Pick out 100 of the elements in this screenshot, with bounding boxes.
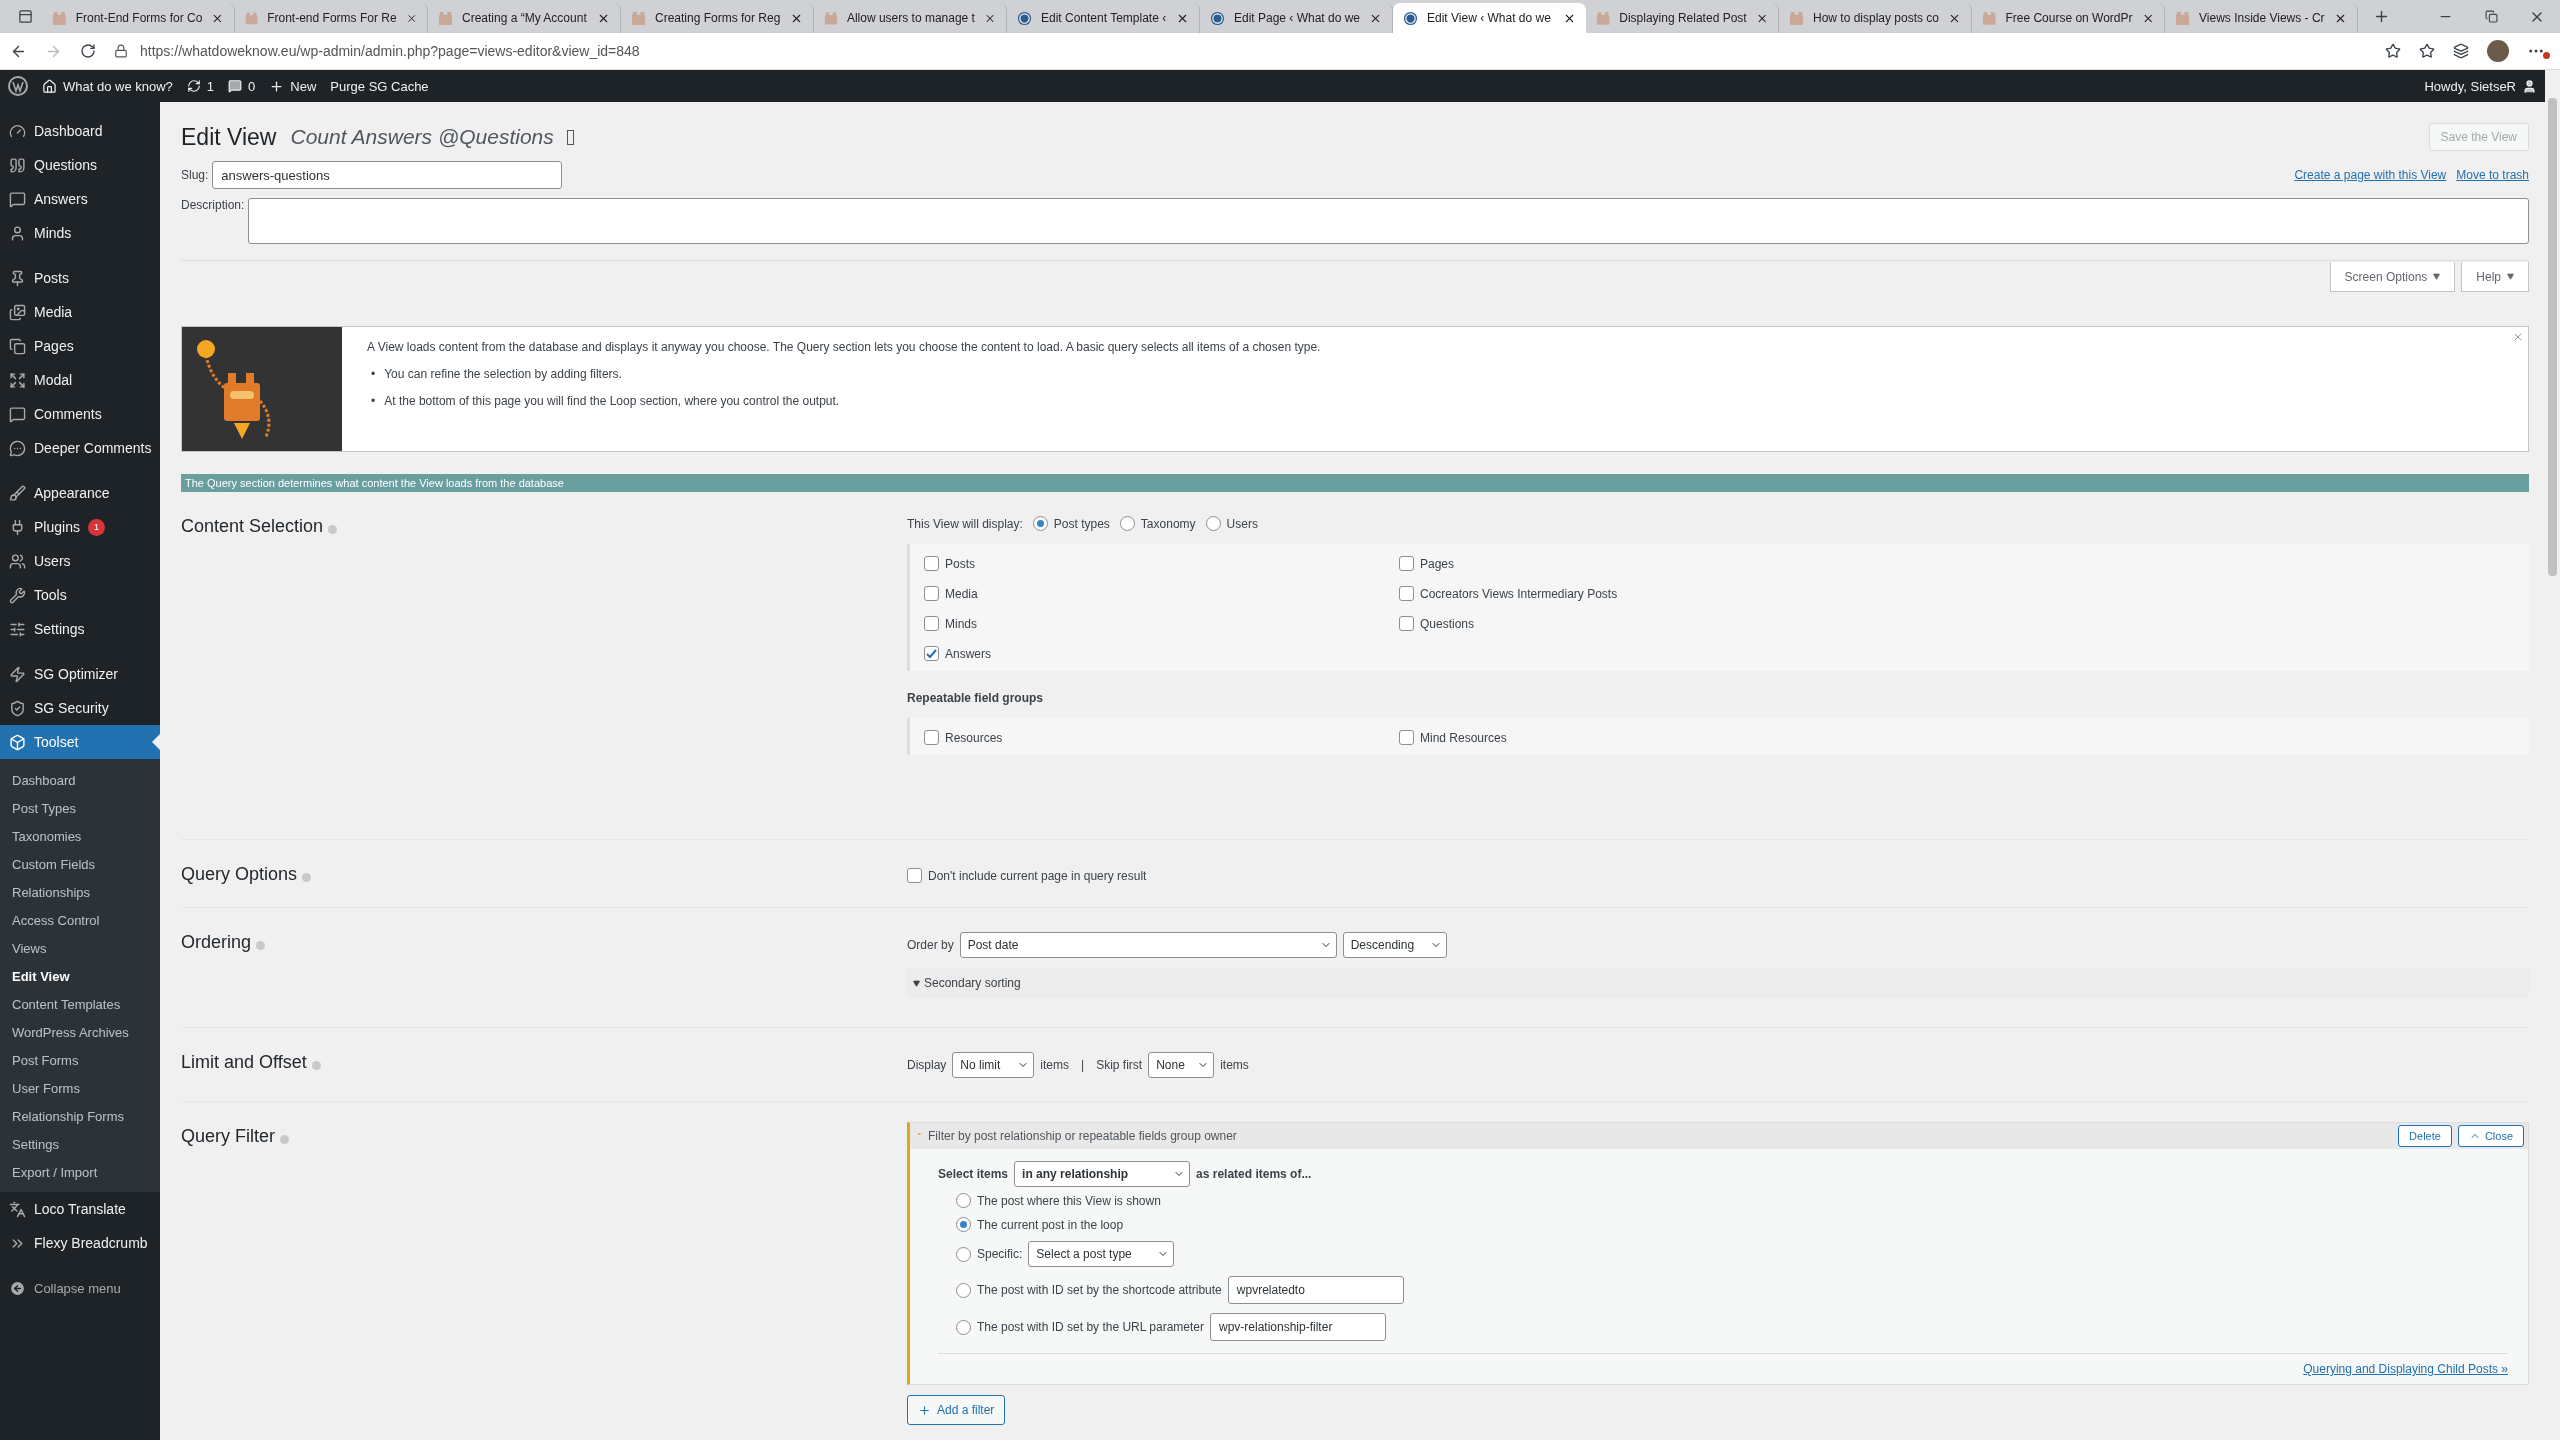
checkbox[interactable] — [1399, 556, 1414, 571]
radio-button[interactable] — [956, 1319, 971, 1335]
submenu-item[interactable]: Content Templates — [0, 990, 160, 1018]
tab-menu-icon[interactable] — [17, 9, 33, 24]
submenu-item[interactable]: Dashboard — [0, 766, 160, 794]
browser-tab[interactable]: Edit View ‹ What do we — [1393, 3, 1586, 33]
sidebar-item[interactable]: Posts — [0, 261, 160, 295]
separator-text: | — [1081, 1058, 1085, 1072]
submenu-item[interactable]: Post Types — [0, 794, 160, 822]
radio-button[interactable] — [1032, 516, 1048, 531]
sidebar-item[interactable]: Media — [0, 295, 160, 329]
howdy-link[interactable]: Howdy, SietseR — [2424, 78, 2516, 94]
sidebar-item[interactable]: Tools — [0, 578, 160, 612]
submenu-item[interactable]: Relationships — [0, 878, 160, 906]
submenu-item[interactable]: User Forms — [0, 1074, 160, 1102]
radio-button[interactable] — [1119, 516, 1135, 531]
sidebar-item[interactable]: Modal — [0, 363, 160, 397]
direction-select[interactable]: Descending — [1342, 932, 1447, 958]
wordpress-logo-icon[interactable] — [8, 76, 28, 96]
tab-title: Creating Forms for Reg — [655, 11, 781, 25]
post-type-select[interactable]: Select a post type — [1028, 1241, 1175, 1267]
checkbox[interactable] — [1399, 616, 1414, 631]
screen-options-button[interactable]: Screen Options — [2329, 262, 2456, 292]
checkbox[interactable] — [924, 556, 939, 571]
checkbox[interactable] — [924, 616, 939, 631]
address-field[interactable]: https://whatdoweknow.eu/wp-admin/admin.php?page=views-editor&view_id=848 — [140, 43, 640, 59]
help-button[interactable]: Help — [2461, 262, 2529, 292]
sidebar-item[interactable]: Answers — [0, 182, 160, 216]
action-link[interactable]: Move to trash — [2456, 168, 2529, 182]
submenu-item[interactable]: Taxonomies — [0, 822, 160, 850]
submenu-item[interactable]: Views — [0, 934, 160, 962]
submenu-item[interactable]: Custom Fields — [0, 850, 160, 878]
comments-count[interactable]: 0 — [248, 78, 256, 94]
sidebar-item[interactable]: Settings — [0, 612, 160, 646]
description-field[interactable] — [248, 198, 2529, 244]
checkbox[interactable] — [924, 646, 939, 661]
sidebar-item[interactable]: Appearance — [0, 476, 160, 510]
option-label: The current post in the loop — [977, 1217, 1124, 1232]
radio-button[interactable] — [956, 1282, 971, 1298]
translate-icon — [9, 1200, 26, 1218]
sidebar-item[interactable]: Toolset — [0, 725, 160, 759]
sidebar-item[interactable]: Comments — [0, 397, 160, 431]
action-link[interactable]: Create a page with this View — [2294, 168, 2447, 182]
order-by-label: Order by — [907, 938, 954, 952]
submenu-item[interactable]: Settings — [0, 1130, 160, 1158]
submenu-item[interactable]: Relationship Forms — [0, 1102, 160, 1130]
description-label: Description: — [181, 198, 245, 212]
favorite-icon[interactable] — [2385, 43, 2401, 59]
new-link[interactable]: New — [290, 78, 317, 94]
collections-icon[interactable] — [2453, 43, 2469, 59]
sidebar-item[interactable]: Dashboard — [0, 114, 160, 148]
text-field[interactable]: wpvrelatedto — [1227, 1276, 1404, 1304]
gauge-icon — [9, 122, 26, 140]
favorites-icon[interactable] — [2419, 43, 2435, 59]
relationship-select[interactable]: in any relationship — [1014, 1161, 1191, 1187]
updates-count[interactable]: 1 — [206, 78, 215, 94]
sidebar-item[interactable]: SG Security — [0, 691, 160, 725]
wordpress-logo-icon — [1017, 10, 1032, 26]
delete-button[interactable]: Delete — [2398, 1125, 2452, 1147]
sidebar-item[interactable]: Plugins 1 — [0, 510, 160, 544]
radio-button[interactable] — [956, 1217, 971, 1232]
radio-button[interactable] — [1205, 516, 1221, 531]
purge-cache-link[interactable]: Purge SG Cache — [330, 78, 429, 94]
collapse-menu-button[interactable]: Collapse menu — [0, 1271, 160, 1305]
checkbox[interactable] — [1399, 730, 1414, 745]
checkbox[interactable] — [924, 730, 939, 745]
sidebar-item[interactable]: Loco Translate — [0, 1192, 160, 1226]
sidebar-item[interactable]: Pages — [0, 329, 160, 363]
option-label: Post types — [1053, 516, 1110, 531]
sidebar-item[interactable]: Flexy Breadcrumb — [0, 1226, 160, 1260]
sidebar-item[interactable]: Minds — [0, 216, 160, 250]
order-by-select[interactable]: Post date — [959, 932, 1337, 958]
sidebar-item[interactable]: SG Optimizer — [0, 657, 160, 691]
radio-button[interactable] — [956, 1193, 971, 1208]
skip-select[interactable]: None — [1148, 1052, 1215, 1078]
sidebar-item[interactable]: Questions — [0, 148, 160, 182]
radio-button[interactable] — [956, 1246, 971, 1262]
checkbox[interactable] — [907, 868, 922, 883]
help-link[interactable]: Querying and Displaying Child Posts » — [2303, 1362, 2508, 1376]
profile-avatar[interactable] — [2487, 40, 2509, 62]
secondary-sorting-toggle[interactable]: Secondary sorting — [907, 968, 2529, 998]
submenu-item[interactable]: Post Forms — [0, 1046, 160, 1074]
checkbox[interactable] — [924, 586, 939, 601]
reload-icon[interactable] — [80, 43, 96, 59]
submenu-item[interactable]: Export / Import — [0, 1158, 160, 1186]
close-button[interactable]: Close — [2457, 1125, 2524, 1147]
scrollbar-thumb[interactable] — [2548, 98, 2557, 576]
site-name-link[interactable]: What do we know? — [63, 78, 173, 94]
sidebar-item[interactable]: Users — [0, 544, 160, 578]
checkbox[interactable] — [1399, 586, 1414, 601]
submenu-item[interactable]: Edit View — [0, 962, 160, 990]
submenu-item[interactable]: Access Control — [0, 906, 160, 934]
sidebar-item[interactable]: Deeper Comments — [0, 431, 160, 465]
restore-icon[interactable] — [2484, 10, 2498, 23]
text-field[interactable]: wpv-relationship-filter — [1210, 1313, 1386, 1341]
slug-field[interactable]: answers-questions — [212, 161, 563, 189]
user-avatar-icon — [2522, 78, 2537, 94]
limit-select[interactable]: No limit — [952, 1052, 1035, 1078]
add-filter-button[interactable]: Add a filter — [907, 1395, 1006, 1425]
submenu-item[interactable]: WordPress Archives — [0, 1018, 160, 1046]
